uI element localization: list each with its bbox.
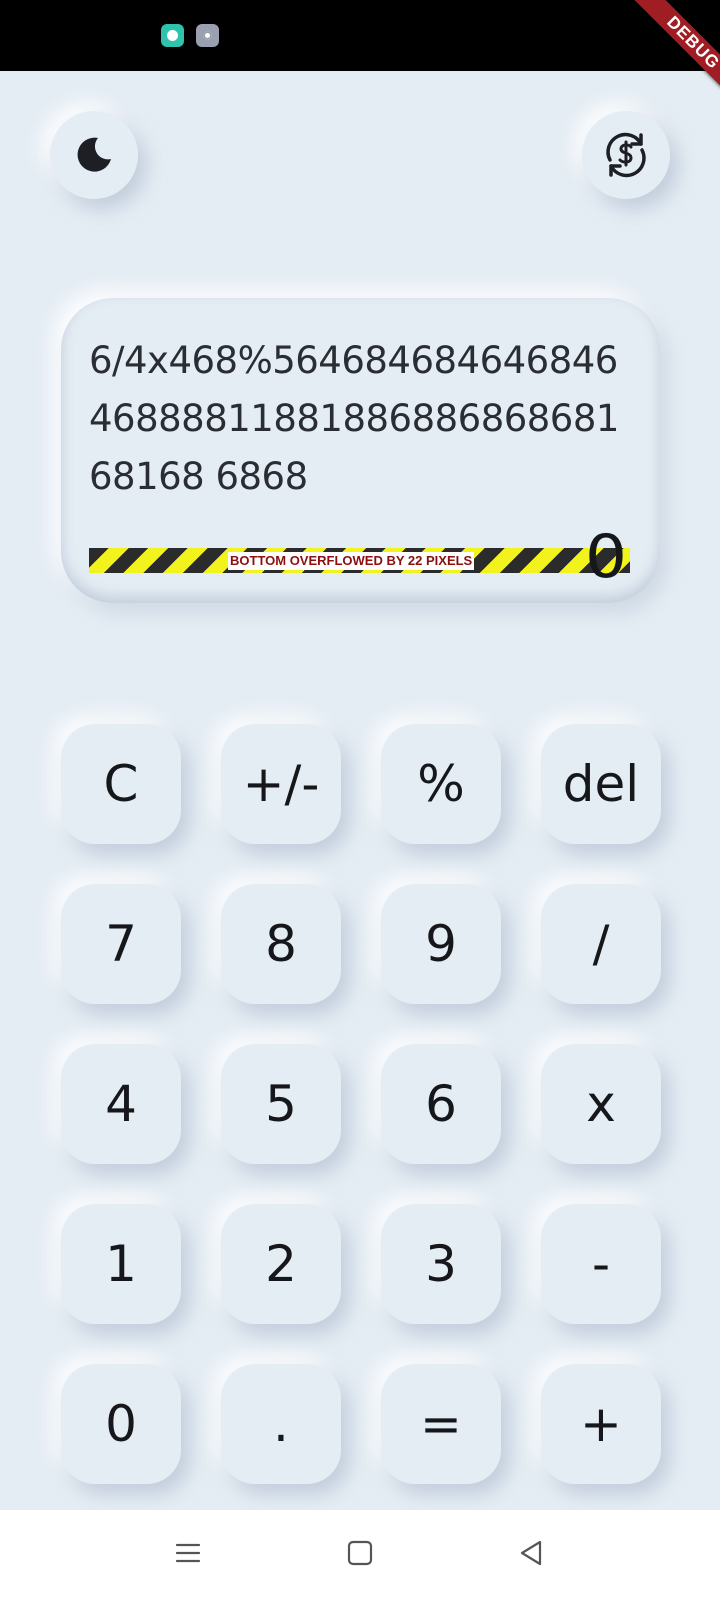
key-decimal-button[interactable]: . [221, 1364, 341, 1484]
key-digit-3-button[interactable]: 3 [381, 1204, 501, 1324]
key-digit-2-button[interactable]: 2 [221, 1204, 341, 1324]
home-square-icon[interactable] [347, 1540, 373, 1566]
menu-icon[interactable] [175, 1540, 201, 1566]
currency-converter-button[interactable] [582, 111, 670, 199]
key-digit-4-button[interactable]: 4 [61, 1044, 181, 1164]
key-subtract-button[interactable]: - [541, 1204, 661, 1324]
overflow-warning: BOTTOM OVERFLOWED BY 22 PIXELS [89, 548, 630, 573]
key-add-button[interactable]: + [541, 1364, 661, 1484]
status-bar [0, 0, 720, 71]
result-text: 0 [584, 522, 628, 592]
key-digit-5-button[interactable]: 5 [221, 1044, 341, 1164]
key-equals-button[interactable]: = [381, 1364, 501, 1484]
theme-toggle-button[interactable] [50, 111, 138, 199]
key-percent-button[interactable]: % [381, 724, 501, 844]
currency-exchange-icon [606, 132, 646, 178]
calculator-display: 6/4x468%56468468464684646888811881886886… [61, 298, 660, 603]
key-digit-7-button[interactable]: 7 [61, 884, 181, 1004]
expression-text: 6/4x468%56468468464684646888811881886886… [89, 339, 619, 498]
chat-notification-icon [161, 24, 184, 47]
key-divide-button[interactable]: / [541, 884, 661, 1004]
back-triangle-icon[interactable] [518, 1540, 544, 1566]
key-digit-0-button[interactable]: 0 [61, 1364, 181, 1484]
settings-notification-icon [196, 24, 219, 47]
moon-icon [77, 137, 111, 172]
key-delete-button[interactable]: del [541, 724, 661, 844]
key-toggle-sign-button[interactable]: +/- [221, 724, 341, 844]
overflow-message: BOTTOM OVERFLOWED BY 22 PIXELS [228, 552, 475, 570]
navigation-bar [0, 1510, 720, 1600]
key-multiply-button[interactable]: x [541, 1044, 661, 1164]
key-clear-button[interactable]: C [61, 724, 181, 844]
key-digit-8-button[interactable]: 8 [221, 884, 341, 1004]
key-digit-9-button[interactable]: 9 [381, 884, 501, 1004]
key-digit-1-button[interactable]: 1 [61, 1204, 181, 1324]
key-digit-6-button[interactable]: 6 [381, 1044, 501, 1164]
